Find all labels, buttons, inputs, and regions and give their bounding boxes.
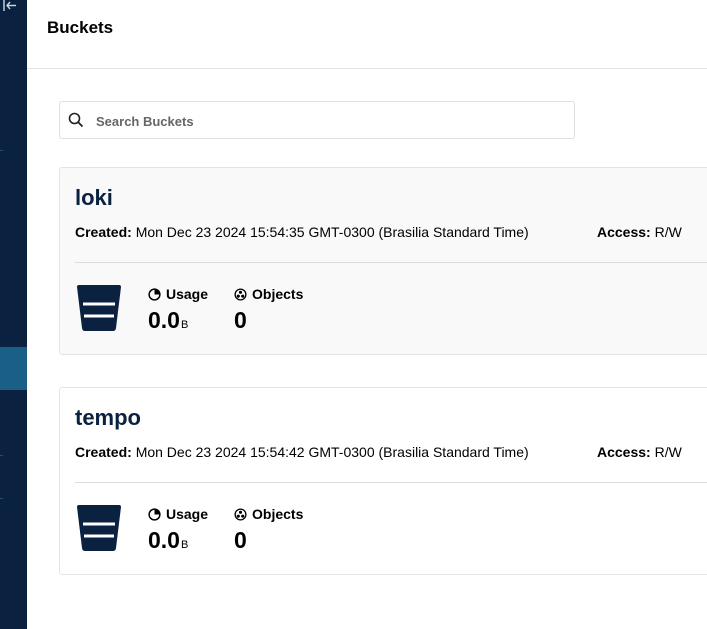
page-header: Buckets	[27, 0, 707, 69]
search-box[interactable]	[59, 101, 575, 139]
usage-unit: B	[180, 319, 189, 331]
objects-icon	[234, 287, 247, 301]
objects-label: Objects	[252, 286, 304, 302]
created-value: Mon Dec 23 2024 15:54:42 GMT-0300 (Brasi…	[135, 444, 529, 460]
objects-value: 0	[234, 307, 247, 333]
bucket-access: Access: R/W	[597, 224, 682, 240]
card-divider	[75, 262, 707, 263]
card-divider	[75, 482, 707, 483]
sidebar-divider	[0, 150, 3, 151]
page-title: Buckets	[47, 18, 114, 37]
bucket-name[interactable]: loki	[75, 185, 113, 211]
usage-label: Usage	[166, 506, 209, 522]
bucket-icon	[77, 505, 121, 551]
search-input[interactable]	[94, 110, 558, 132]
access-label: Access:	[597, 444, 651, 460]
search-icon	[68, 112, 84, 128]
sidebar-item-buckets[interactable]	[0, 347, 27, 390]
objects-value: 0	[234, 527, 247, 553]
usage-pie-icon	[148, 507, 161, 521]
collapse-sidebar-icon[interactable]	[2, 0, 18, 13]
bucket-card-loki[interactable]: loki Created: Mon Dec 23 2024 15:54:35 G…	[59, 167, 707, 355]
usage-label: Usage	[166, 286, 209, 302]
bucket-created: Created: Mon Dec 23 2024 15:54:42 GMT-03…	[75, 444, 529, 460]
bucket-name[interactable]: tempo	[75, 405, 141, 431]
usage-pie-icon	[148, 287, 161, 301]
sidebar-divider	[0, 498, 3, 499]
bucket-icon	[77, 285, 121, 331]
access-value: R/W	[654, 444, 682, 460]
usage-metric: Usage 0.0B	[148, 286, 208, 339]
objects-icon	[234, 507, 247, 521]
objects-metric: Objects 0	[234, 286, 303, 334]
objects-label: Objects	[252, 506, 304, 522]
usage-value: 0.0	[148, 527, 180, 553]
sidebar-divider	[0, 455, 3, 456]
bucket-access: Access: R/W	[597, 444, 682, 460]
created-value: Mon Dec 23 2024 15:54:35 GMT-0300 (Brasi…	[135, 224, 529, 240]
main-content: Buckets loki Created: Mon Dec 23 2024 15…	[27, 0, 707, 629]
usage-metric: Usage 0.0B	[148, 506, 208, 559]
access-label: Access:	[597, 224, 651, 240]
created-label: Created:	[75, 444, 132, 460]
sidebar	[0, 0, 27, 629]
objects-metric: Objects 0	[234, 506, 303, 554]
usage-unit: B	[180, 539, 189, 551]
access-value: R/W	[654, 224, 682, 240]
bucket-created: Created: Mon Dec 23 2024 15:54:35 GMT-03…	[75, 224, 529, 240]
created-label: Created:	[75, 224, 132, 240]
usage-value: 0.0	[148, 307, 180, 333]
bucket-card-tempo[interactable]: tempo Created: Mon Dec 23 2024 15:54:42 …	[59, 387, 707, 575]
